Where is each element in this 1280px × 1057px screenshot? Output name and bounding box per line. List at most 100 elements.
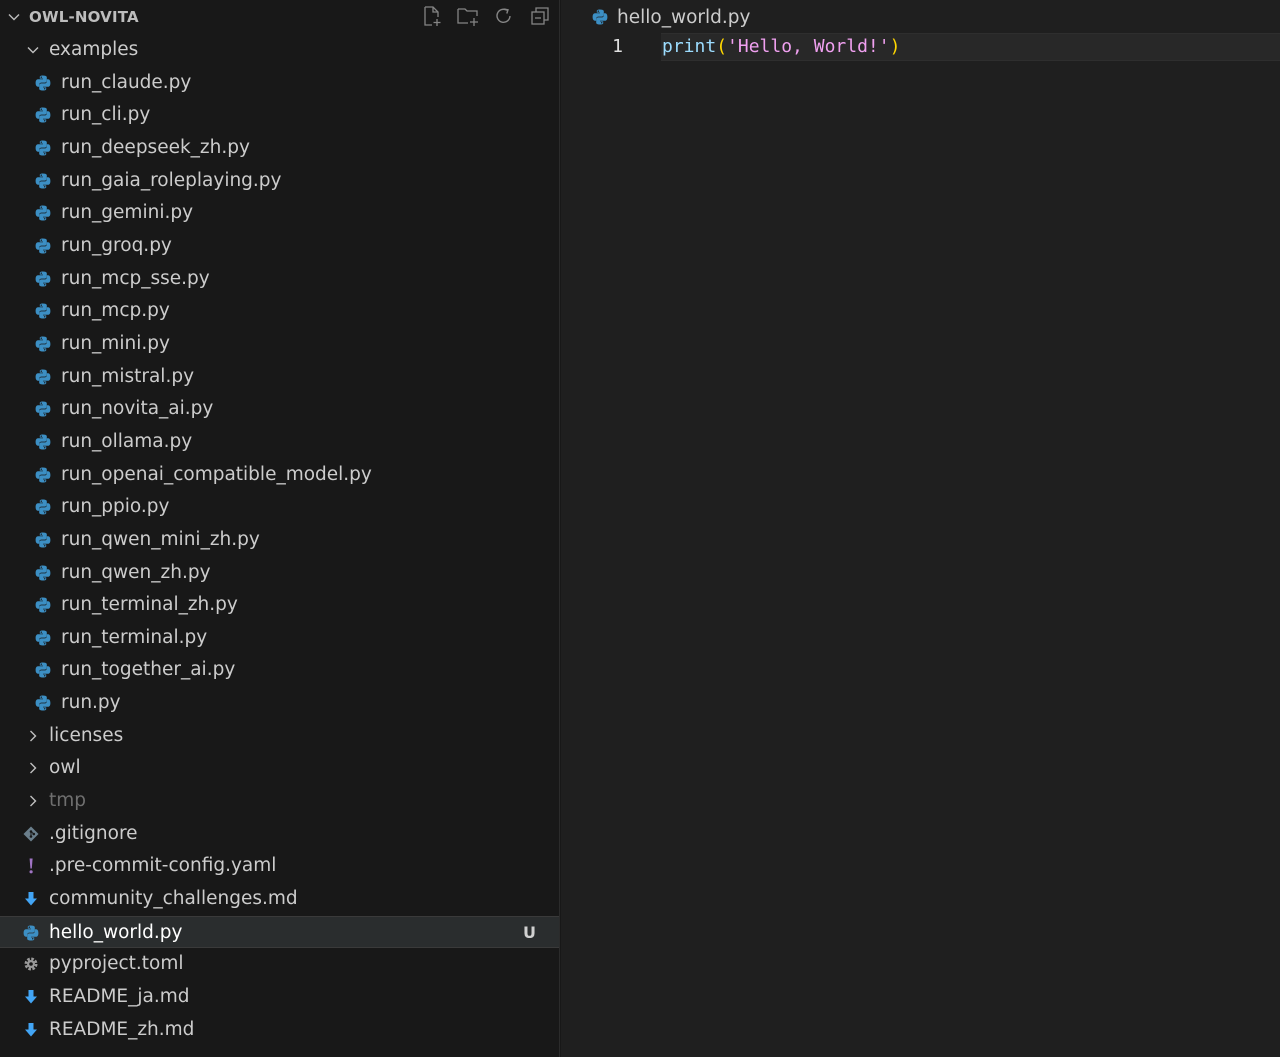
python-icon [34, 270, 52, 288]
tree-file-gitignore[interactable]: .gitignore [0, 818, 559, 851]
tree-item-label: run_qwen_zh.py [61, 561, 211, 583]
tree-item-label: tmp [49, 790, 87, 812]
tree-file-readme-ja-md[interactable]: README_ja.md [0, 981, 559, 1014]
tree-item-label: licenses [49, 724, 124, 746]
tree-item-label: examples [49, 39, 139, 60]
python-icon [34, 694, 52, 712]
tree-file-run-terminal-py[interactable]: run_terminal.py [0, 622, 559, 655]
tree-file-run-mistral-py[interactable]: run_mistral.py [0, 361, 559, 394]
python-icon [34, 172, 52, 190]
yaml-icon [22, 857, 40, 875]
tree-file-run-together-ai-py[interactable]: run_together_ai.py [0, 654, 559, 687]
tree-item-label: pyproject.toml [49, 953, 184, 975]
tree-file-pyproject-toml[interactable]: pyproject.toml [0, 948, 559, 981]
tree-item-label: hello_world.py [49, 921, 183, 943]
tree-file-run-py[interactable]: run.py [0, 687, 559, 720]
tree-item-label: run_groq.py [61, 234, 172, 256]
tree-item-label: run_gemini.py [61, 202, 194, 224]
editor-pane[interactable]: hello_world.py 1 print('Hello, World!') [561, 0, 1280, 1057]
tree-file-run-novita-ai-py[interactable]: run_novita_ai.py [0, 393, 559, 426]
tree-file-run-cli-py[interactable]: run_cli.py [0, 99, 559, 132]
code-line[interactable]: 1 print('Hello, World!') [561, 33, 1280, 61]
tree-item-label: .pre-commit-config.yaml [49, 855, 277, 877]
explorer-actions [420, 4, 552, 28]
tree-item-label: run_terminal.py [61, 626, 208, 648]
tree-file-readme-zh-md[interactable]: README_zh.md [0, 1014, 559, 1047]
python-icon [34, 368, 52, 386]
tree-file-community-challenges-md[interactable]: community_challenges.md [0, 883, 559, 916]
tree-folder-examples[interactable]: examples [0, 34, 559, 67]
tree-file-run-qwen-mini-zh-py[interactable]: run_qwen_mini_zh.py [0, 524, 559, 557]
chevron-down-icon[interactable] [25, 42, 41, 58]
python-icon [34, 596, 52, 614]
tree-file-run-openai-compatible-model-py[interactable]: run_openai_compatible_model.py [0, 459, 559, 492]
new-folder-button[interactable] [456, 4, 480, 28]
tree-item-label: run.py [61, 692, 121, 714]
code-text[interactable]: print('Hello, World!') [662, 36, 900, 57]
explorer-title: OWL-NOVITA [29, 8, 139, 26]
chevron-right-icon[interactable] [25, 760, 41, 776]
markdown-icon [22, 890, 40, 908]
tree-file-run-mini-py[interactable]: run_mini.py [0, 328, 559, 361]
tree-file-run-gaia-roleplaying-py[interactable]: run_gaia_roleplaying.py [0, 165, 559, 198]
breadcrumb[interactable]: hello_world.py [591, 5, 750, 29]
tree-item-label: run_mini.py [61, 332, 170, 354]
tree-file-run-ppio-py[interactable]: run_ppio.py [0, 491, 559, 524]
tree-item-label: run_mcp_sse.py [61, 267, 210, 289]
tree-item-label: run_mcp.py [61, 300, 170, 322]
tree-item-label: run_novita_ai.py [61, 398, 214, 420]
collapse-all-button[interactable] [528, 4, 552, 28]
tree-item-label: run_mistral.py [61, 365, 195, 387]
tree-file-run-mcp-sse-py[interactable]: run_mcp_sse.py [0, 263, 559, 296]
tree-item-label: run_openai_compatible_model.py [61, 463, 372, 485]
python-icon [34, 400, 52, 418]
python-icon [34, 302, 52, 320]
line-number: 1 [612, 36, 623, 57]
tree-item-label: README_zh.md [49, 1018, 195, 1040]
tree-file-run-gemini-py[interactable]: run_gemini.py [0, 197, 559, 230]
tree-folder-licenses[interactable]: licenses [0, 720, 559, 753]
tree-file-run-deepseek-zh-py[interactable]: run_deepseek_zh.py [0, 132, 559, 165]
explorer-sidebar: OWL-NOVITA examples run_claude.py run_cl… [0, 0, 560, 1057]
refresh-button[interactable] [492, 4, 516, 28]
tree-item-label: run_deepseek_zh.py [61, 136, 250, 158]
tree-item-label: community_challenges.md [49, 888, 298, 910]
chevron-right-icon[interactable] [25, 793, 41, 809]
explorer-section-header[interactable]: OWL-NOVITA [0, 0, 559, 34]
tree-file-run-claude-py[interactable]: run_claude.py [0, 67, 559, 100]
git-icon [22, 825, 40, 843]
tree-item-label: run_terminal_zh.py [61, 594, 238, 616]
new-file-button[interactable] [420, 4, 444, 28]
chevron-right-icon[interactable] [25, 728, 41, 744]
python-icon [34, 139, 52, 157]
tree-file-run-mcp-py[interactable]: run_mcp.py [0, 295, 559, 328]
tree-item-label: README_ja.md [49, 986, 190, 1008]
breadcrumb-file[interactable]: hello_world.py [617, 7, 750, 28]
tree-item-label: run_claude.py [61, 71, 192, 93]
tree-folder-owl[interactable]: owl [0, 752, 559, 785]
git-status-badge: U [523, 922, 536, 942]
collapse-all-icon [531, 7, 549, 25]
python-icon [34, 498, 52, 516]
tree-item-label: run_together_ai.py [61, 659, 236, 681]
python-icon [34, 433, 52, 451]
tree-file-run-terminal-zh-py[interactable]: run_terminal_zh.py [0, 589, 559, 622]
tree-file-pre-commit-config-yaml[interactable]: .pre-commit-config.yaml [0, 850, 559, 883]
tree-item-label: run_gaia_roleplaying.py [61, 169, 282, 191]
refresh-icon [496, 8, 511, 23]
tree-folder-tmp[interactable]: tmp [0, 785, 559, 818]
chevron-down-icon[interactable] [6, 9, 22, 25]
gear-icon [22, 955, 40, 973]
python-icon [34, 531, 52, 549]
tree-file-hello-world-py[interactable]: hello_world.py U [0, 915, 559, 949]
python-icon [34, 335, 52, 353]
tree-file-run-qwen-zh-py[interactable]: run_qwen_zh.py [0, 557, 559, 590]
tree-file-run-ollama-py[interactable]: run_ollama.py [0, 426, 559, 459]
python-icon [34, 74, 52, 92]
python-icon [34, 564, 52, 582]
python-icon [34, 661, 52, 679]
tree-item-label: run_ppio.py [61, 496, 170, 518]
python-icon [34, 629, 52, 647]
tree-file-run-groq-py[interactable]: run_groq.py [0, 230, 559, 263]
python-icon [34, 204, 52, 222]
